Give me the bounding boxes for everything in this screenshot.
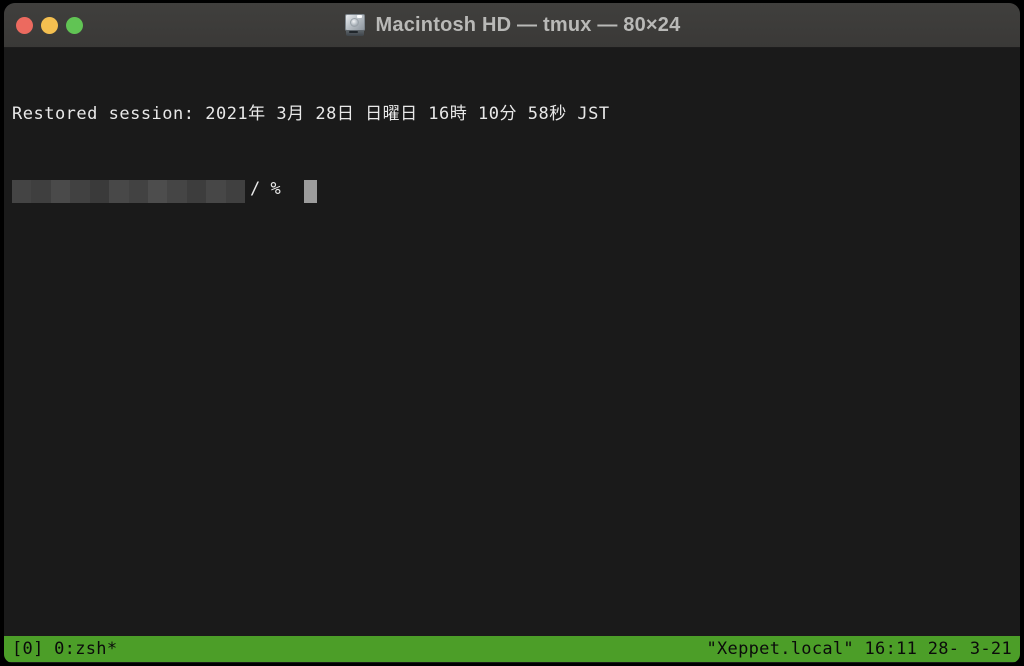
terminal-text: Restored session: 2021年 3月 28日 日曜日 16時 1… (12, 52, 1020, 252)
redacted-prompt-path (12, 180, 246, 203)
terminal-prompt-line: / % (12, 177, 1020, 203)
redaction-block (50, 180, 71, 203)
redaction-block (128, 180, 148, 203)
redaction-block (147, 180, 168, 203)
terminal-screen[interactable]: Restored session: 2021年 3月 28日 日曜日 16時 1… (4, 48, 1020, 663)
redaction-block (206, 180, 226, 203)
text-cursor (304, 180, 317, 203)
redaction-block (167, 180, 187, 203)
close-button[interactable] (16, 16, 33, 34)
prompt-symbol: / % (250, 179, 281, 199)
redaction-block (89, 180, 110, 203)
redaction-block (225, 180, 246, 203)
redaction-block (109, 180, 129, 203)
redaction-block (186, 180, 207, 203)
redaction-block (31, 180, 51, 203)
tmux-window-list[interactable]: [0] 0:zsh* (12, 639, 117, 659)
terminal-line-restored-session: Restored session: 2021年 3月 28日 日曜日 16時 1… (12, 104, 610, 124)
tmux-host-datetime: "Xeppet.local" 16:11 28- 3-21 (706, 639, 1012, 659)
traffic-light-group (16, 3, 83, 47)
terminal-window: Macintosh HD — tmux — 80×24 Restored ses… (4, 3, 1020, 663)
tmux-status-bar[interactable]: [0] 0:zsh* "Xeppet.local" 16:11 28- 3-21 (4, 636, 1020, 662)
redaction-block (70, 180, 90, 203)
redaction-block (12, 180, 32, 203)
minimize-button[interactable] (41, 16, 58, 34)
zoom-button[interactable] (66, 16, 83, 34)
window-titlebar[interactable]: Macintosh HD — tmux — 80×24 (4, 3, 1020, 48)
window-title: Macintosh HD — tmux — 80×24 (375, 13, 681, 36)
hard-drive-icon (344, 13, 366, 38)
window-title-group: Macintosh HD — tmux — 80×24 (4, 3, 1020, 47)
